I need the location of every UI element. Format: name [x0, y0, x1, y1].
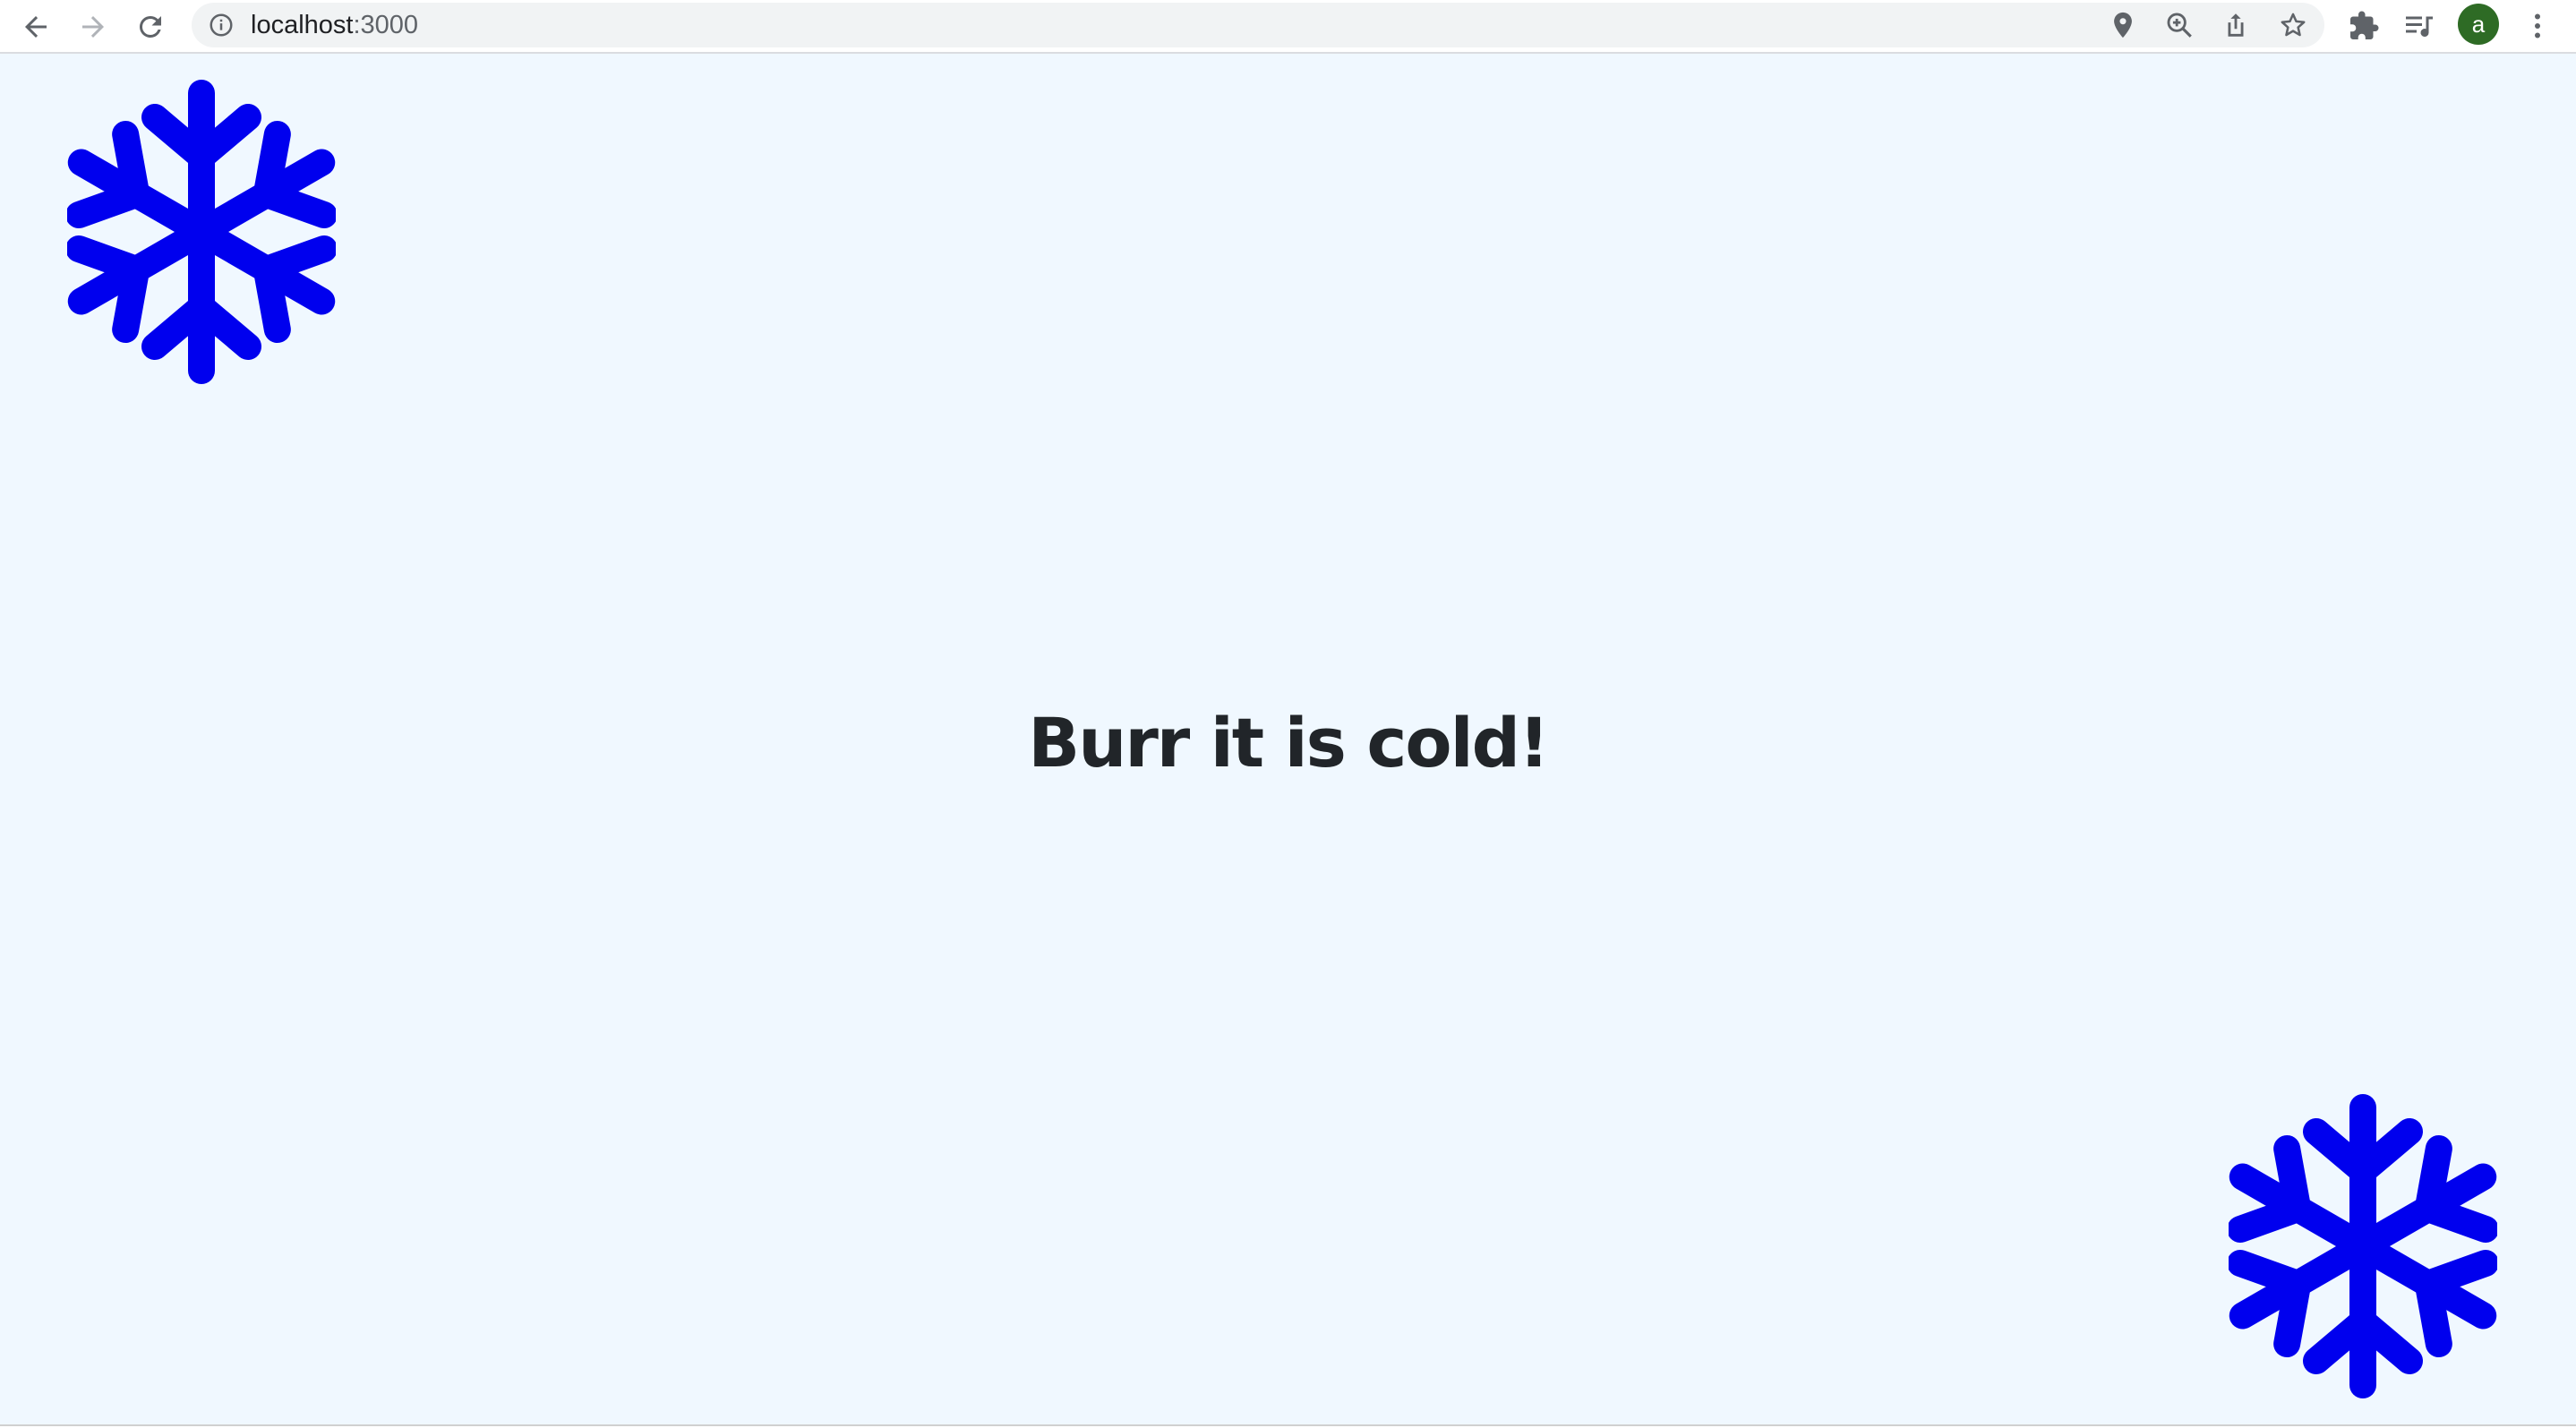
share-icon[interactable] — [2221, 10, 2251, 40]
back-icon — [25, 16, 47, 38]
forward-button[interactable] — [72, 5, 115, 48]
browser-toolbar: localhost:3000 a — [0, 0, 2576, 54]
profile-avatar[interactable]: a — [2458, 4, 2499, 45]
browser-menu-button[interactable] — [2520, 8, 2555, 44]
star-icon[interactable] — [2278, 10, 2308, 40]
page-heading: Burr it is cold! — [1028, 703, 1549, 782]
location-icon[interactable] — [2108, 10, 2138, 40]
snowflake-svg — [2229, 1094, 2497, 1398]
info-icon[interactable] — [208, 12, 235, 38]
snowflake-icon — [67, 80, 336, 384]
forward-icon — [82, 16, 104, 38]
extensions-button[interactable] — [2346, 8, 2382, 44]
reload-button[interactable] — [129, 5, 172, 48]
url-host: localhost — [251, 11, 354, 39]
reload-icon — [139, 15, 161, 38]
reading-list-button[interactable] — [2401, 8, 2437, 44]
zoom-icon[interactable] — [2164, 10, 2195, 40]
window-bottom-edge — [0, 1424, 2576, 1428]
address-bar[interactable]: localhost:3000 — [192, 3, 2324, 47]
reading-list-icon — [2406, 16, 2433, 38]
menu-icon — [2535, 13, 2540, 38]
url-text[interactable]: localhost:3000 — [251, 3, 418, 47]
extensions-icon — [2350, 11, 2379, 39]
url-port: :3000 — [353, 11, 419, 39]
snowflake-svg — [67, 80, 336, 384]
snowflake-icon — [2229, 1094, 2497, 1398]
back-button[interactable] — [14, 5, 57, 48]
